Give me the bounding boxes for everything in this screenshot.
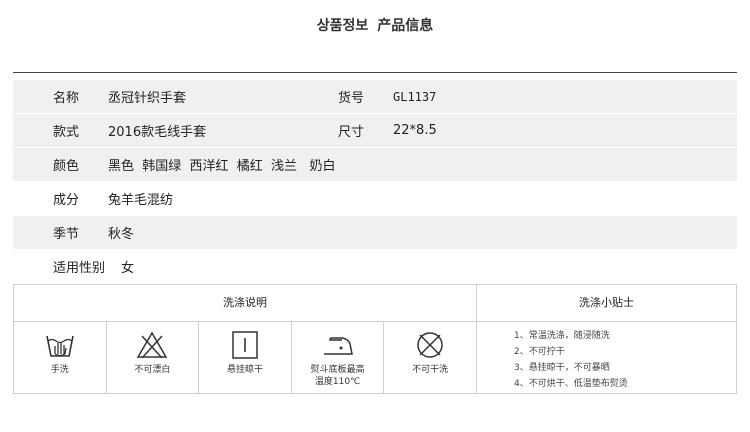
tips-heading: 洗涤小贴士	[579, 296, 634, 309]
spec-row-gender: 适用性别 女	[13, 249, 737, 283]
spec-label: 适用性别	[53, 261, 106, 276]
care-heading: 洗涤说明	[14, 285, 477, 321]
spec-label: 尺寸	[338, 125, 365, 140]
spec-row-color: 颜色 黑色 韩国绿 西洋红 橘红 浅兰 奶白	[13, 147, 737, 181]
spec-value: 22*8.5	[393, 123, 437, 138]
care-cell-hand-wash: 手洗	[14, 322, 107, 394]
spec-label: 季节	[53, 227, 80, 242]
care-body: 手洗 不可漂白 悬挂晾干 熨斗底板最高 温度110℃ 不可干洗 1、常温洗涤，随…	[14, 322, 736, 394]
care-label: 手洗	[50, 365, 69, 375]
tip-item: 1、常温洗涤，随浸随洗	[514, 331, 610, 341]
care-cell-no-bleach: 不可漂白	[107, 322, 200, 394]
spec-value: 黑色 韩国绿 西洋红 橘红 浅兰 奶白	[108, 159, 336, 174]
tip-item: 3、悬挂晾干，不可暴晒	[514, 363, 610, 373]
care-cell-hang-dry: 悬挂晾干	[199, 322, 292, 394]
care-icons: 手洗 不可漂白 悬挂晾干 熨斗底板最高 温度110℃ 不可干洗	[14, 322, 477, 394]
title-korean: 상품정보	[316, 18, 369, 34]
care-label: 熨斗底板最高 温度110℃	[310, 365, 365, 387]
spec-row-season: 季节 秋冬	[13, 215, 737, 249]
spec-label: 成分	[53, 193, 80, 208]
care-cell-no-dry-clean: 不可干洗	[384, 322, 476, 394]
hang-dry-icon	[232, 331, 258, 359]
tip-item: 2、不可拧干	[514, 347, 565, 357]
care-label: 悬挂晾干	[226, 365, 263, 375]
spec-value: 兔羊毛混纺	[108, 193, 174, 208]
spec-row-style: 款式 2016款毛线手套 尺寸 22*8.5	[13, 113, 737, 147]
spec-label: 颜色	[53, 159, 80, 174]
spec-row-name: 名称 丞冠针织手套 货号 GL1137	[13, 80, 737, 113]
spec-value: 秋冬	[108, 227, 135, 242]
spec-label: 款式	[53, 125, 80, 140]
title-chinese: 产品信息	[377, 18, 434, 34]
care-header: 洗涤说明 洗涤小贴士	[14, 285, 736, 322]
care-cell-iron: 熨斗底板最高 温度110℃	[292, 322, 385, 394]
spec-value: 女	[121, 261, 135, 276]
hand-wash-icon	[46, 335, 74, 357]
care-tips: 1、常温洗涤，随浸随洗 2、不可拧干 3、悬挂晾干，不可暴晒 4、不可烘干、低温…	[477, 322, 736, 394]
spec-table: 名称 丞冠针织手套 货号 GL1137 款式 2016款毛线手套 尺寸 22*8…	[13, 80, 737, 283]
no-bleach-icon	[137, 331, 168, 359]
spec-label: 货号	[338, 91, 365, 106]
spec-value: GL1137	[393, 89, 437, 104]
iron-icon	[323, 337, 353, 355]
spec-value: 丞冠针织手套	[108, 91, 187, 106]
divider	[13, 72, 737, 73]
no-dry-clean-icon	[417, 332, 443, 358]
spec-value: 2016款毛线手套	[108, 125, 207, 140]
page-title: 상품정보 产品信息	[0, 15, 750, 35]
care-label: 不可干洗	[412, 365, 449, 375]
care-table: 洗涤说明 洗涤小贴士 手洗 不可漂白 悬挂晾干 熨斗底板最高 温度110℃ 不可…	[13, 284, 737, 394]
care-label: 不可漂白	[134, 365, 171, 375]
spec-row-material: 成分 兔羊毛混纺	[13, 181, 737, 215]
spec-label: 名称	[53, 91, 80, 106]
tip-item: 4、不可烘干、低温垫布熨烫	[514, 379, 628, 389]
